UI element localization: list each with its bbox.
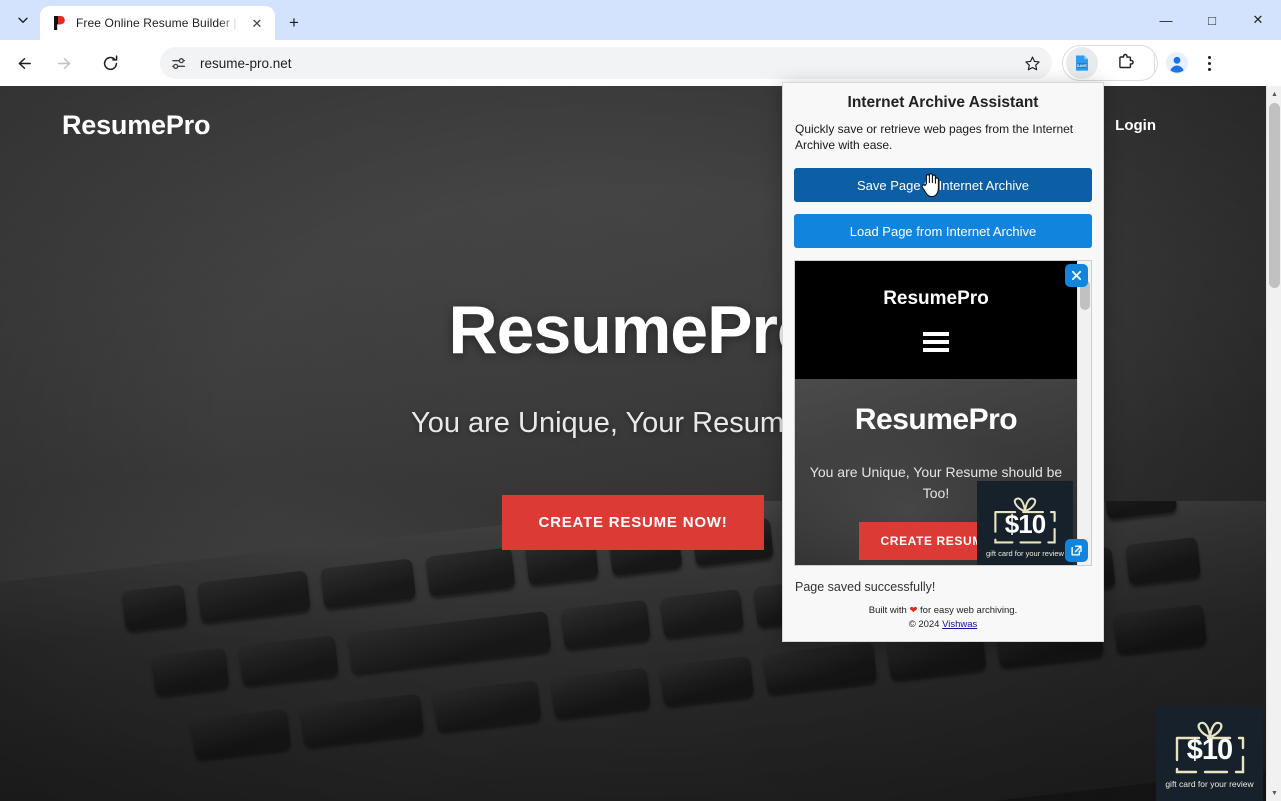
scroll-up-arrow-icon[interactable]: ▲ bbox=[1267, 86, 1281, 102]
footer-tagline-rest: for easy web archiving. bbox=[917, 605, 1018, 617]
toolbar-divider bbox=[1154, 54, 1155, 72]
extensions-puzzle-icon bbox=[1119, 53, 1134, 69]
tab-search-chevron-icon[interactable] bbox=[8, 6, 38, 34]
new-tab-button[interactable]: + bbox=[281, 9, 307, 35]
scroll-down-arrow-icon[interactable]: ▼ bbox=[1267, 785, 1281, 801]
hand-cursor-icon bbox=[921, 173, 939, 198]
back-button[interactable] bbox=[8, 47, 40, 79]
kebab-dot bbox=[1207, 55, 1211, 59]
resumepro-favicon bbox=[52, 15, 68, 31]
save-page-button[interactable]: Save Page to Internet Archive bbox=[794, 168, 1092, 203]
profile-avatar-icon bbox=[1166, 52, 1188, 74]
scrollbar-thumb[interactable] bbox=[1269, 103, 1280, 288]
reload-icon bbox=[103, 54, 117, 70]
minimize-button[interactable]: — bbox=[1143, 0, 1189, 40]
giftcard-widget[interactable]: $10 gift card for your review bbox=[1156, 706, 1263, 801]
browser-window: Free Online Resume Builder | ✕ + — □ ✕ r… bbox=[0, 0, 1281, 801]
gift-caption: gift card for your review bbox=[1165, 778, 1254, 789]
preview-gift-box-icon: $10 bbox=[990, 496, 1060, 546]
preview-headline: ResumePro bbox=[854, 403, 1018, 437]
maximize-button[interactable]: □ bbox=[1189, 0, 1235, 40]
preview-scrollbar[interactable] bbox=[1077, 261, 1091, 566]
reload-button[interactable] bbox=[94, 47, 126, 79]
gift-amount: $10 bbox=[1186, 734, 1233, 766]
load-page-button[interactable]: Load Page from Internet Archive bbox=[794, 214, 1092, 249]
create-resume-button[interactable]: CREATE RESUME NOW! bbox=[502, 495, 764, 550]
open-in-new-tab-button[interactable] bbox=[1065, 539, 1088, 563]
arrow-left-icon bbox=[18, 57, 31, 69]
forward-button[interactable] bbox=[48, 47, 80, 79]
footer-copyright: © 2024 bbox=[908, 619, 943, 631]
internet-archive-assistant-popup: Internet Archive Assistant Quickly save … bbox=[782, 82, 1104, 642]
star-icon[interactable] bbox=[1018, 49, 1046, 77]
url-text[interactable]: resume-pro.net bbox=[200, 56, 1018, 71]
browser-menu-button[interactable] bbox=[1193, 47, 1225, 79]
site-logo[interactable]: ResumePro bbox=[62, 110, 210, 141]
address-bar[interactable]: resume-pro.net bbox=[160, 47, 1052, 79]
tab-title: Free Online Resume Builder | bbox=[76, 16, 237, 30]
preview-site-logo: ResumePro bbox=[883, 288, 989, 310]
svg-text:SAVE: SAVE bbox=[1077, 64, 1087, 68]
nav-link-login[interactable]: Login bbox=[1115, 117, 1156, 134]
popup-description: Quickly save or retrieve web pages from … bbox=[795, 122, 1074, 153]
gift-box-icon: $10 bbox=[1171, 720, 1249, 776]
internet-archive-assistant-extension-button[interactable]: SAVE bbox=[1066, 47, 1098, 79]
profile-avatar[interactable] bbox=[1161, 47, 1193, 79]
kebab-dot bbox=[1207, 61, 1211, 65]
preview-hero: ResumePro You are Unique, Your Resume sh… bbox=[795, 379, 1077, 566]
chevron-down-icon bbox=[18, 17, 28, 23]
open-external-icon bbox=[1071, 545, 1082, 556]
titlebar: Free Online Resume Builder | ✕ + — □ ✕ bbox=[0, 0, 1281, 40]
preview-gift-caption: gift card for your review bbox=[986, 549, 1064, 559]
close-icon bbox=[1071, 271, 1082, 281]
extensions-area: SAVE bbox=[1060, 47, 1225, 79]
status-message: Page saved successfully! bbox=[795, 580, 936, 595]
save-page-icon: SAVE bbox=[1076, 55, 1088, 71]
footer-copyright-line: © 2024 Vishwas bbox=[783, 618, 1103, 632]
mouse-cursor-pointer bbox=[920, 172, 942, 198]
arrow-right-icon bbox=[57, 57, 70, 69]
popup-title: Internet Archive Assistant bbox=[847, 94, 1039, 111]
browser-tab[interactable]: Free Online Resume Builder | ✕ bbox=[40, 6, 275, 40]
preview-giftcard-widget: $10 gift card for your review bbox=[977, 481, 1073, 566]
preview-gift-amount: $10 bbox=[1004, 508, 1046, 539]
footer-built-with: Built with bbox=[868, 605, 910, 617]
hamburger-menu-icon[interactable] bbox=[923, 332, 949, 353]
popup-footer: Built with ❤ for easy web archiving. © 2… bbox=[783, 604, 1103, 641]
archived-page-preview[interactable]: ResumePro ResumePro You are Unique, Your… bbox=[794, 260, 1092, 567]
extensions-puzzle-button[interactable] bbox=[1110, 47, 1142, 79]
preview-iframe-content: ResumePro ResumePro You are Unique, Your… bbox=[795, 261, 1077, 566]
close-preview-button[interactable] bbox=[1065, 264, 1088, 288]
close-window-button[interactable]: ✕ bbox=[1235, 0, 1281, 40]
tab-close-icon[interactable]: ✕ bbox=[247, 13, 267, 33]
kebab-dot bbox=[1207, 67, 1211, 71]
footer-tagline: Built with ❤ for easy web archiving. bbox=[783, 604, 1103, 618]
page-scrollbar[interactable]: ▲ ▼ bbox=[1266, 86, 1281, 801]
window-controls: — □ ✕ bbox=[1143, 0, 1281, 40]
footer-author-link[interactable]: Vishwas bbox=[942, 619, 977, 630]
preview-site-header: ResumePro bbox=[795, 261, 1077, 380]
tune-icon[interactable] bbox=[164, 49, 192, 77]
browser-toolbar: resume-pro.net SAVE bbox=[0, 40, 1281, 86]
